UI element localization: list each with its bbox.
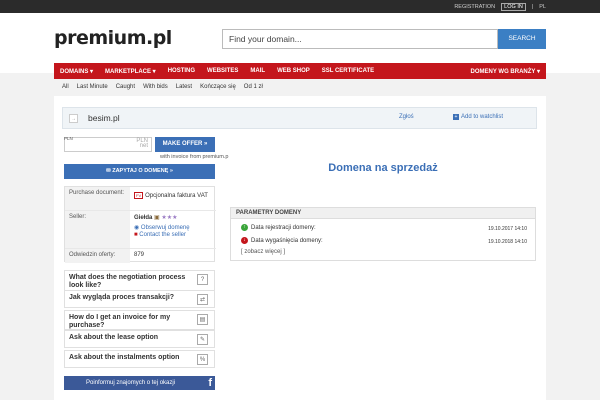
sale-title: Domena na sprzedaż xyxy=(328,162,438,174)
search-button[interactable]: SEARCH xyxy=(498,29,546,49)
purchase-label: Purchase document: xyxy=(69,190,125,196)
filter-caught[interactable]: Caught xyxy=(116,84,135,90)
expiration-date-value: 19.10.2018 14:10 xyxy=(488,239,527,245)
views-row: Odwiedzin oferty: 879 xyxy=(65,249,216,263)
seller-row: Seller: Giełda ▣ ★★★ ◉ Obserwuj domenę ■… xyxy=(65,211,216,249)
logo[interactable]: premium.pl xyxy=(54,27,172,49)
expiration-icon: ↓ xyxy=(241,237,248,244)
invoice-icon: ▤ xyxy=(197,314,208,325)
ask-about-domain-label: ZAPYTAJ O DOMENĘ » xyxy=(112,168,173,174)
seller-name: Giełda ▣ ★★★ xyxy=(134,215,178,221)
purchase-value: FV Opcjonalna faktura VAT xyxy=(134,192,208,199)
expiration-date-label: Data wygaśnięcia domeny: xyxy=(251,238,323,245)
offer-currency: PLN net xyxy=(136,138,148,149)
offer-amount-input[interactable]: PLN net xyxy=(64,137,152,152)
nav-marketplace[interactable]: MARKETPLACE ▾ xyxy=(99,68,162,75)
eye-icon: ◉ xyxy=(134,225,141,231)
views-label: Odwiedzin oferty: xyxy=(69,252,116,258)
edit-icon: ✎ xyxy=(197,334,208,345)
ask-about-domain-button[interactable]: ✉ ZAPYTAJ O DOMENĘ » xyxy=(64,164,215,179)
seller-rating-stars-icon: ★★★ xyxy=(161,215,178,221)
faq-invoice[interactable]: How do I get an invoice for my purchase?… xyxy=(64,310,215,330)
views-value: 879 xyxy=(134,252,145,258)
faq-question: How do I get an invoice for my purchase? xyxy=(69,314,171,329)
main-nav: DOMAINS ▾ MARKETPLACE ▾ HOSTING WEBSITES… xyxy=(54,63,546,79)
registration-icon: ↑ xyxy=(241,224,248,231)
nav-domains[interactable]: DOMAINS ▾ xyxy=(54,68,99,75)
expiration-date-row: ↓ Data wygaśnięcia domeny: xyxy=(241,237,323,244)
faq-lease[interactable]: Ask about the lease option ✎ xyxy=(64,330,215,348)
nav-domains-by-industry[interactable]: DOMENY WG BRANŻY ▾ xyxy=(465,68,546,75)
top-links: REGISTRATION LOG IN | PL xyxy=(454,3,546,11)
top-bar: REGISTRATION LOG IN | PL xyxy=(0,0,600,13)
faq-instalments[interactable]: Ask about the instalments option % xyxy=(64,350,215,368)
percent-icon: % xyxy=(197,354,208,365)
filter-bar: All Last Minute Caught With bids Latest … xyxy=(62,84,263,90)
report-link[interactable]: Zgłoś xyxy=(399,114,414,120)
nav-mail[interactable]: MAIL xyxy=(244,68,271,74)
nav-web-shop[interactable]: WEB SHOP xyxy=(271,68,316,74)
filter-with-bids[interactable]: With bids xyxy=(143,84,168,90)
filter-from-1zl[interactable]: Od 1 zł xyxy=(244,84,263,90)
faq-question: Ask about the instalments option xyxy=(69,354,180,361)
filter-latest[interactable]: Latest xyxy=(176,84,192,90)
transaction-icon: ⇄ xyxy=(197,294,208,305)
nav-websites[interactable]: WEBSITES xyxy=(201,68,244,74)
question-icon: ? xyxy=(197,274,208,285)
search-input[interactable]: Find your domain... xyxy=(222,29,498,49)
observe-domain-link[interactable]: ◉ Obserwuj domenę xyxy=(134,224,190,231)
registration-date-label: Data rejestracji domeny: xyxy=(251,225,316,232)
faq-transaction[interactable]: Jak wygląda proces transakcji? ⇄ xyxy=(64,290,215,308)
purchase-row: Purchase document: FV Opcjonalna faktura … xyxy=(65,187,216,211)
parameters-header: PARAMETRY DOMENY xyxy=(231,208,535,219)
seller-badge-icon: ▣ xyxy=(154,215,160,221)
filter-last-minute[interactable]: Last Minute xyxy=(77,84,108,90)
plus-icon: + xyxy=(453,114,459,120)
back-arrow-icon[interactable]: → xyxy=(69,114,78,123)
registration-link[interactable]: REGISTRATION xyxy=(454,4,495,10)
offer-pln-label: PLN xyxy=(64,136,73,141)
faq-question: What does the negotiation process look l… xyxy=(69,274,186,289)
facebook-share-label: Poinformuj znajomych o tej okazji xyxy=(86,380,176,386)
domain-bar: → besim.pl Zgłoś + Add to watchlist xyxy=(62,107,537,129)
faq-question: Ask about the lease option xyxy=(69,334,159,341)
offer-info-table: Purchase document: FV Opcjonalna faktura … xyxy=(64,186,216,263)
filter-ending[interactable]: Kończące się xyxy=(200,84,236,90)
watchlist-label: Add to watchlist xyxy=(461,114,504,120)
make-offer-button[interactable]: MAKE OFFER » xyxy=(155,137,215,152)
invoice-note: with invoice from premium.p xyxy=(160,154,229,160)
registration-date-value: 19.10.2017 14:10 xyxy=(488,226,527,232)
faq-question: Jak wygląda proces transakcji? xyxy=(69,294,175,301)
see-more-link[interactable]: [ zobacz więcej ] xyxy=(241,249,285,255)
filter-all[interactable]: All xyxy=(62,84,69,90)
nav-hosting[interactable]: HOSTING xyxy=(162,68,201,74)
language-switch[interactable]: PL xyxy=(539,4,546,10)
domain-name: besim.pl xyxy=(88,113,120,123)
top-separator: | xyxy=(531,4,534,10)
login-button[interactable]: LOG IN xyxy=(501,3,526,11)
facebook-share-button[interactable]: Poinformuj znajomych o tej okazji f xyxy=(64,376,215,390)
nav-ssl[interactable]: SSL CERTIFICATE xyxy=(316,68,380,74)
add-to-watchlist-link[interactable]: + Add to watchlist xyxy=(453,114,503,120)
registration-date-row: ↑ Data rejestracji domeny: xyxy=(241,224,316,231)
contact-seller-link[interactable]: ■ Contact the seller xyxy=(134,232,186,238)
invoice-fv-icon: FV xyxy=(134,192,144,199)
facebook-icon: f xyxy=(208,377,212,389)
domain-parameters: PARAMETRY DOMENY ↑ Data rejestracji domen… xyxy=(230,207,536,261)
seller-label: Seller: xyxy=(69,214,87,220)
